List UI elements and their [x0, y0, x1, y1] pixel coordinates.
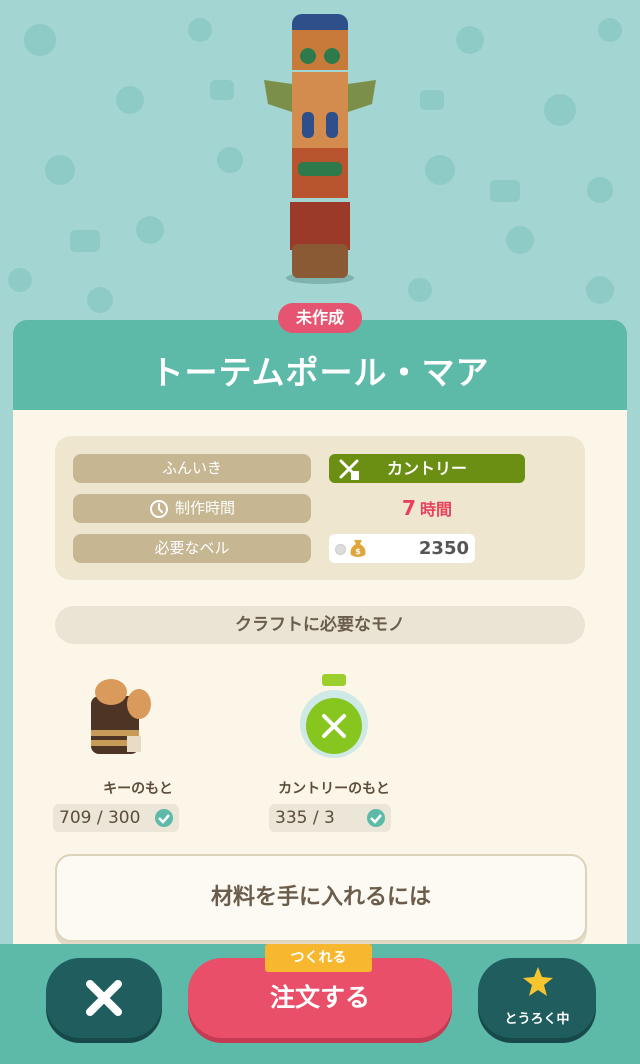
- time-label: 制作時間: [174, 499, 235, 517]
- totem-pole-icon: [264, 14, 376, 284]
- check-icon: [155, 809, 173, 827]
- style-value: カントリー: [329, 454, 525, 483]
- bells-value-box: $ 2350: [329, 534, 475, 563]
- craft-time-value: 7 時間: [329, 494, 525, 523]
- item-title: トーテムポール・マア: [150, 353, 490, 392]
- check-icon: [367, 809, 385, 827]
- craftable-tag: つくれる: [265, 944, 372, 972]
- material-name: カントリーのもと: [278, 781, 390, 797]
- bell-indicator-dot: [335, 544, 346, 555]
- close-button[interactable]: [46, 958, 162, 1038]
- craft-time-unit: 時間: [419, 500, 452, 519]
- favorite-button[interactable]: とうろく中: [478, 958, 596, 1038]
- style-label: ふんいき: [73, 454, 311, 483]
- card-body: ふんいき カントリー 制作時間 7 時間 必要なベル $ 2350 クラフトに必…: [13, 410, 627, 970]
- style-value-text: カントリー: [386, 459, 467, 478]
- svg-text:$: $: [355, 547, 361, 556]
- craft-time-number: 7: [402, 496, 416, 520]
- time-label-row: 制作時間: [73, 494, 311, 523]
- close-icon: [86, 980, 122, 1016]
- bells-label: 必要なベル: [73, 534, 311, 563]
- timer-icon: [149, 499, 168, 518]
- windmill-icon: [339, 459, 359, 480]
- material-count: 335 / 3: [269, 804, 391, 832]
- card-header: トーテムポール・マア: [13, 320, 627, 410]
- material-count-text: 335 / 3: [275, 808, 335, 828]
- material-count-text: 709 / 300: [59, 808, 141, 828]
- status-badge: 未作成: [278, 303, 362, 333]
- material-name: キーのもと: [103, 781, 173, 797]
- green-potion-icon: [300, 674, 368, 758]
- bell-bag-icon: $: [350, 540, 366, 557]
- material-item: カントリーのもと 335 / 3: [249, 670, 419, 840]
- craft-materials-header: クラフトに必要なモノ: [55, 606, 585, 644]
- favorite-label: とうろく中: [504, 1012, 570, 1027]
- bells-value: 2350: [418, 538, 469, 559]
- star-icon: [523, 967, 553, 996]
- material-item: キーのもと 709 / 300: [53, 670, 223, 840]
- material-count: 709 / 300: [53, 804, 179, 832]
- get-materials-button[interactable]: 材料を手に入れるには: [55, 854, 587, 942]
- wood-bundle-icon: [91, 679, 151, 754]
- info-panel: ふんいき カントリー 制作時間 7 時間 必要なベル $ 2350: [55, 436, 585, 580]
